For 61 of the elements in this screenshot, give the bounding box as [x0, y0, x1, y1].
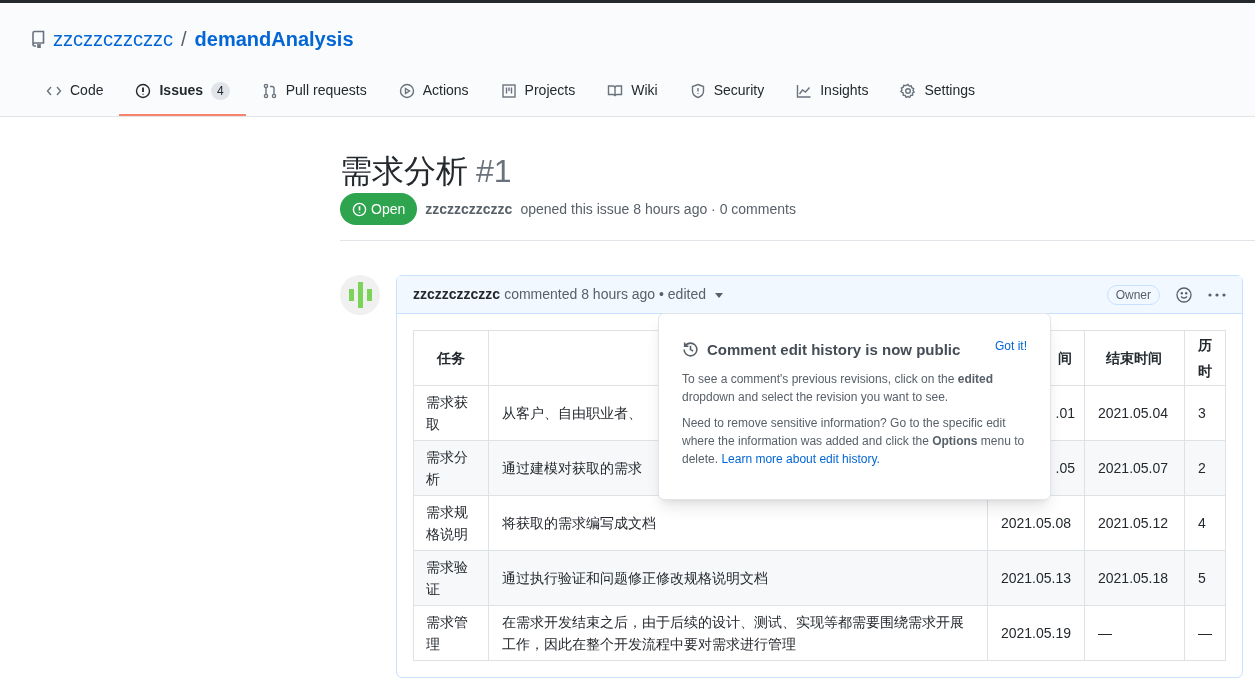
table-cell: 5	[1184, 550, 1226, 606]
table-cell: 需求验证	[413, 550, 489, 606]
caret-icon[interactable]	[713, 293, 724, 299]
pull-request-icon	[261, 82, 278, 99]
project-board-icon	[500, 82, 517, 99]
history-icon	[682, 341, 699, 358]
comment-author[interactable]: zzczzczzczzc	[413, 284, 501, 305]
table-cell: —	[1184, 605, 1226, 661]
status-badge: Open	[340, 193, 418, 225]
issue-meta: opened this issue 8 hours ago · 0 comments	[520, 199, 796, 219]
issue-icon	[135, 82, 152, 99]
more-icon[interactable]	[1208, 292, 1226, 297]
table-cell: 通过执行验证和问题修正修改规格说明文档	[488, 550, 988, 606]
table-cell: 2021.05.07	[1084, 440, 1185, 496]
issue-icon	[352, 201, 367, 217]
table-cell: 2021.05.12	[1084, 495, 1185, 551]
book-icon	[607, 82, 624, 99]
learn-more-link[interactable]: Learn more about edit history.	[721, 451, 880, 466]
graph-icon	[796, 82, 813, 99]
repo-tab[interactable]: Code	[30, 67, 120, 116]
table-cell: 需求管理	[413, 605, 489, 661]
repo-tab[interactable]: Pull requests	[245, 67, 383, 116]
table-cell: 4	[1184, 495, 1226, 551]
table-cell: 2021.05.04	[1084, 385, 1185, 441]
column-header: 间	[1058, 350, 1072, 366]
repo-link[interactable]: demandAnalysis	[194, 24, 354, 54]
repo-tab[interactable]: Actions	[382, 67, 485, 116]
column-header: 任务	[436, 350, 465, 366]
table-cell: 需求规格说明	[413, 495, 489, 551]
avatar	[340, 275, 380, 315]
repo-icon	[31, 30, 45, 48]
table-cell: 2021.05.18	[1084, 550, 1185, 606]
table-cell: 2	[1184, 440, 1226, 496]
table-cell: 需求分析	[413, 440, 489, 496]
column-header: 历时	[1198, 337, 1212, 379]
owner-link[interactable]: zzczzczzczzc	[53, 24, 173, 54]
repo-tab[interactable]: Security	[673, 67, 781, 116]
repo-tab[interactable]: Issues 4	[119, 67, 246, 116]
table-cell: 在需求开发结束之后，由于后续的设计、测试、实现等都需要围绕需求开展工作，因此在整个开发流程中要对需求进行管理	[488, 605, 988, 661]
table-cell: 3	[1184, 385, 1226, 441]
popover-title: Comment edit history is now public	[707, 340, 962, 360]
play-icon	[398, 82, 415, 99]
path-separator: /	[181, 27, 187, 52]
table-cell: 2021.05.19	[987, 605, 1085, 661]
repo-tab[interactable]: Insights	[780, 67, 885, 116]
repo-tab[interactable]: Wiki	[591, 67, 674, 116]
table-cell: —	[1084, 605, 1185, 661]
emoji-icon[interactable]	[1176, 286, 1192, 303]
issue-counter: 4	[211, 81, 230, 100]
issue-title: 需求分析	[340, 152, 468, 191]
table-cell: 需求获取	[413, 385, 489, 441]
settings-icon	[900, 82, 917, 99]
repo-tab[interactable]: Projects	[484, 67, 592, 116]
repo-tab[interactable]: Settings	[884, 67, 992, 116]
issue-author[interactable]: zzczzczzczzc	[425, 198, 513, 220]
issue-number: #1	[476, 152, 512, 191]
column-header: 结束时间	[1106, 350, 1163, 366]
dismiss-button[interactable]: Got it!	[995, 337, 1027, 355]
table-cell: 2021.05.13	[987, 550, 1085, 606]
comment-meta: commented 8 hours ago • edited	[504, 285, 706, 304]
shield-icon	[689, 82, 706, 99]
